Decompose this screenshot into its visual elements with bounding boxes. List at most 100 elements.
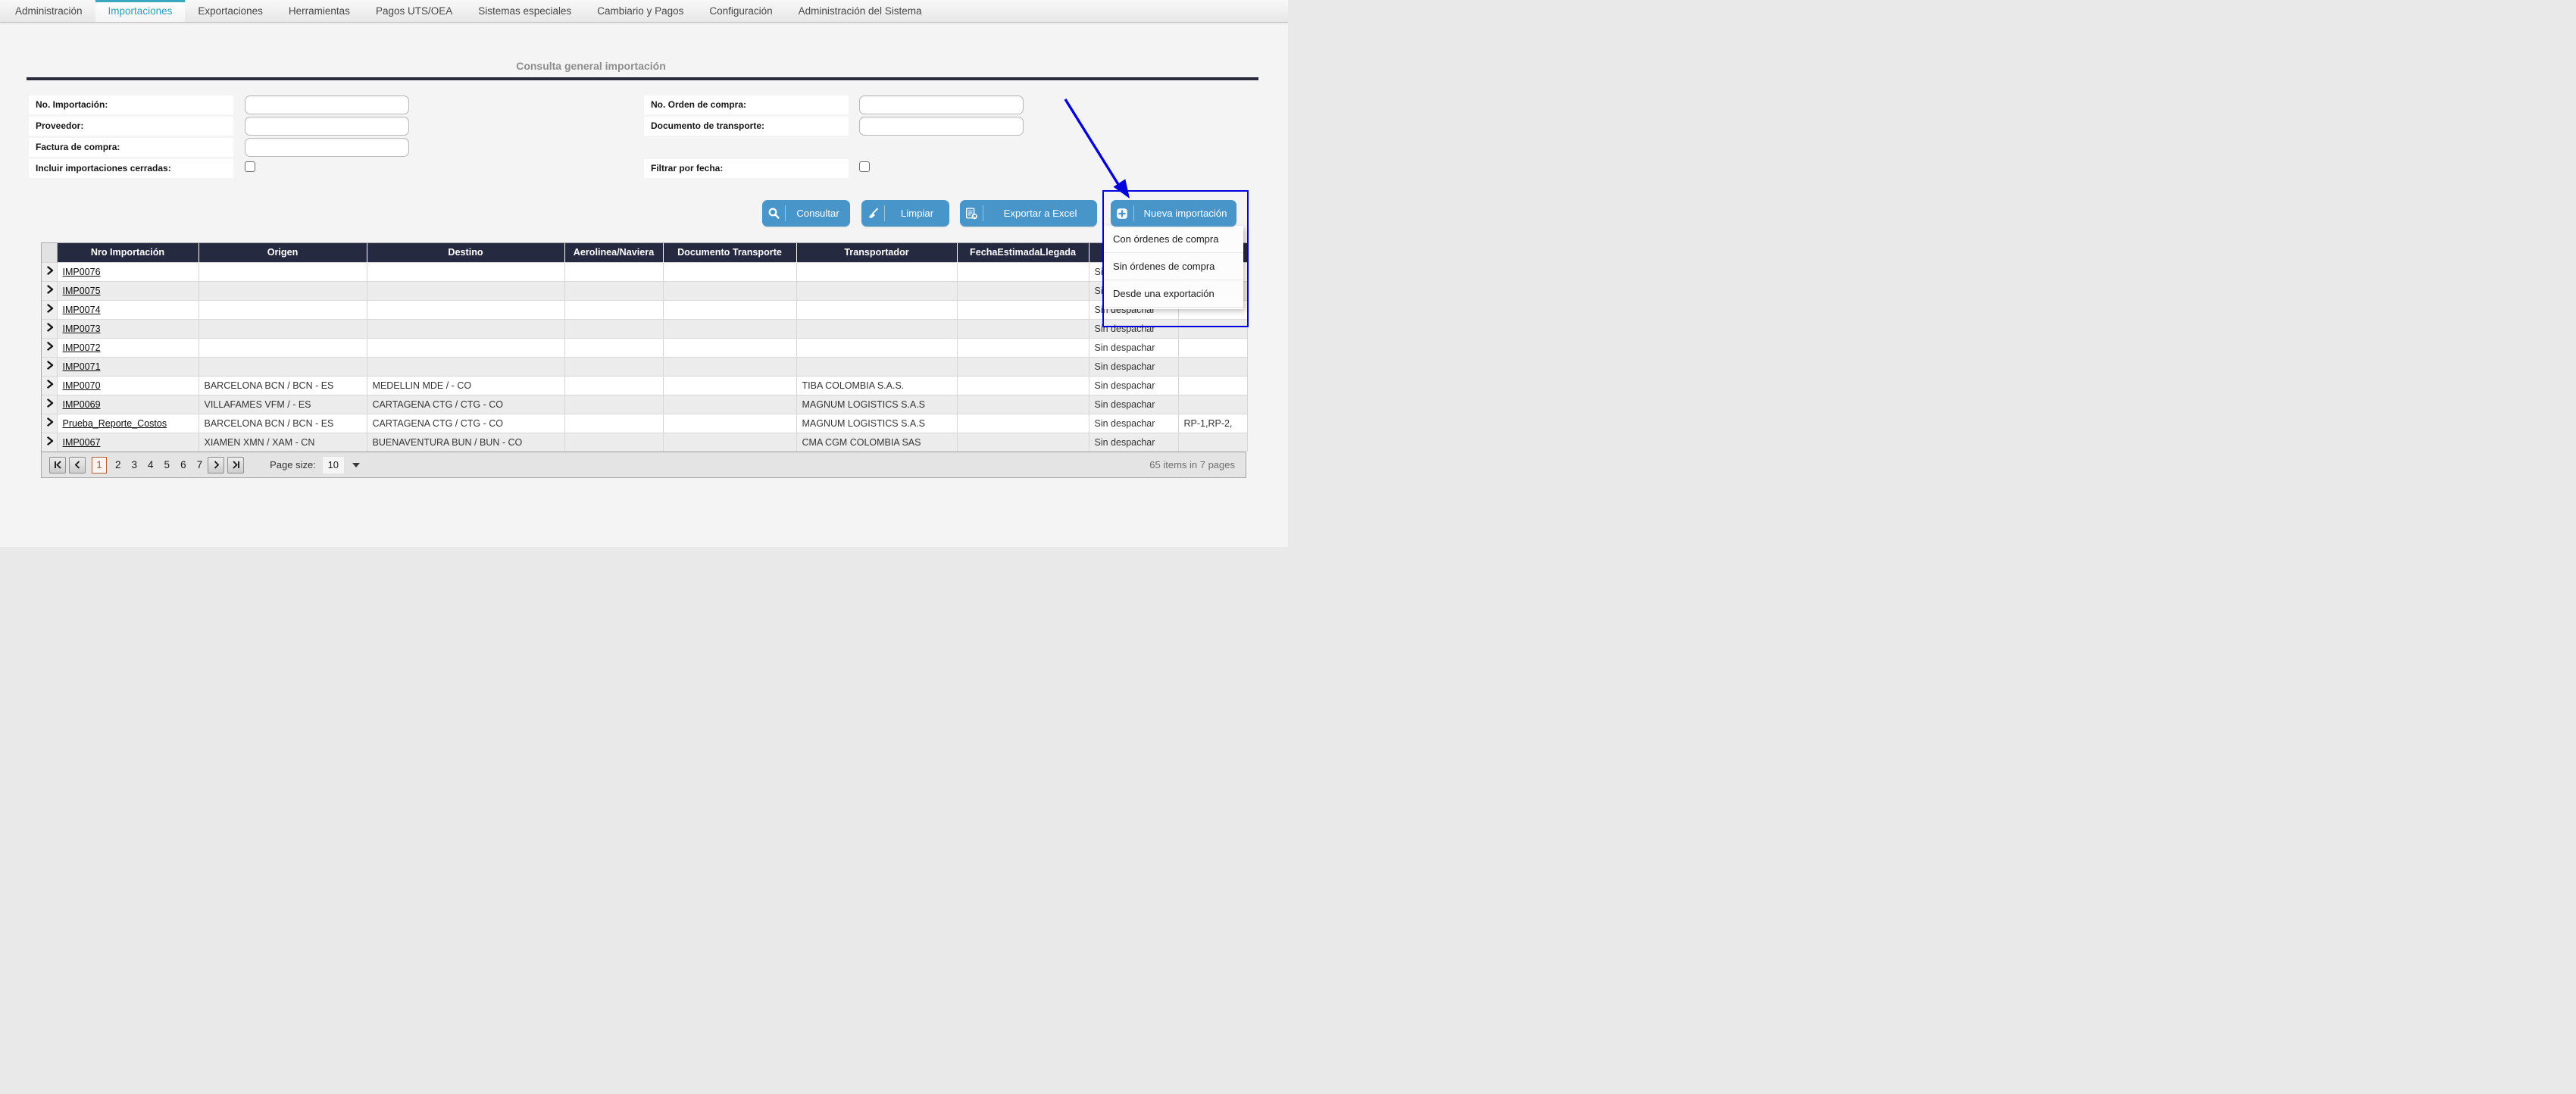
pager-page-1-current[interactable]: 1 (92, 457, 107, 474)
top-nav: AdministraciónImportacionesExportaciones… (0, 0, 1288, 23)
cell-transportador: CMA CGM COLOMBIA SAS (796, 433, 957, 452)
pager-page-7[interactable]: 7 (192, 459, 208, 470)
cell-origen: BARCELONA BCN / BCN - ES (199, 376, 367, 395)
row-expander[interactable] (42, 338, 57, 357)
tab-administracion-del-sistema[interactable]: Administración del Sistema (786, 0, 935, 22)
factura-de-compra-input[interactable] (245, 138, 409, 157)
row-expander[interactable] (42, 357, 57, 376)
cell-origen (199, 319, 367, 338)
import-link-imp0076[interactable]: IMP0076 (63, 267, 101, 277)
new-import-menu: Con órdenes de compraSin órdenes de comp… (1104, 226, 1243, 309)
cell-extra (1178, 376, 1247, 395)
documento-de-transporte-input[interactable] (859, 117, 1024, 136)
cell-estado: Sin despachar (1089, 376, 1178, 395)
row-expander[interactable] (42, 262, 57, 281)
no-importacion-input[interactable] (245, 95, 409, 114)
pager-prev-button[interactable] (69, 457, 86, 474)
pager-first-button[interactable] (49, 457, 66, 474)
tab-pagos-uts-oea[interactable]: Pagos UTS/OEA (363, 0, 465, 22)
cell-documento (663, 300, 796, 319)
cell-origen (199, 338, 367, 357)
pager-page-3[interactable]: 3 (127, 459, 143, 470)
tab-administracion[interactable]: Administración (2, 0, 95, 22)
cell-nro-importacion: IMP0067 (57, 433, 199, 452)
row-expander[interactable] (42, 300, 57, 319)
cell-transportador: MAGNUM LOGISTICS S.A.S (796, 395, 957, 414)
excel-export-icon (960, 207, 983, 220)
chevron-right-icon (47, 399, 54, 408)
menu-item-con-ordenes-de-compra[interactable]: Con órdenes de compra (1104, 226, 1243, 253)
cell-origen (199, 281, 367, 300)
pager-page-4[interactable]: 4 (142, 459, 159, 470)
import-link-imp0069[interactable]: IMP0069 (63, 399, 101, 410)
tab-exportaciones[interactable]: Exportaciones (185, 0, 276, 22)
row-expander[interactable] (42, 414, 57, 433)
pager-controls: 1234567 (49, 457, 247, 474)
row-expander[interactable] (42, 433, 57, 452)
pager-page-5[interactable]: 5 (159, 459, 176, 470)
import-link-imp0075[interactable]: IMP0075 (63, 286, 101, 296)
incluir-importaciones-cerradas-checkbox[interactable] (245, 161, 255, 172)
import-link-imp0070[interactable]: IMP0070 (63, 380, 101, 391)
pager-last-button[interactable] (227, 457, 244, 474)
import-link-imp0071[interactable]: IMP0071 (63, 361, 101, 372)
broom-icon (861, 207, 884, 220)
cell-estado: Sin despachar (1089, 319, 1178, 338)
import-link-imp0073[interactable]: IMP0073 (63, 324, 101, 334)
import-link-prueba-reporte-costos[interactable]: Prueba_Reporte_Costos (63, 418, 167, 429)
cell-documento (663, 357, 796, 376)
pager-page-2[interactable]: 2 (110, 459, 127, 470)
column-header-transportador: Transportador (796, 243, 957, 262)
table-row: IMP0075Sin despachar (42, 281, 1247, 300)
import-link-imp0074[interactable]: IMP0074 (63, 305, 101, 315)
cell-origen: VILLAFAMES VFM / - ES (199, 395, 367, 414)
tab-configuracion[interactable]: Configuración (696, 0, 785, 22)
tab-cambiario-y-pagos[interactable]: Cambiario y Pagos (584, 0, 696, 22)
row-expander[interactable] (42, 376, 57, 395)
cell-aerolinea (564, 376, 663, 395)
exportar-label: Exportar a Excel (983, 208, 1097, 219)
table-row: IMP0071Sin despachar (42, 357, 1247, 376)
import-link-imp0067[interactable]: IMP0067 (63, 437, 101, 448)
import-link-imp0072[interactable]: IMP0072 (63, 342, 101, 353)
no-orden-de-compra-input[interactable] (859, 95, 1024, 114)
page-size-caret-icon[interactable] (352, 463, 360, 467)
tab-importaciones[interactable]: Importaciones (95, 0, 186, 22)
consultar-button[interactable]: Consultar (762, 200, 850, 227)
cell-transportador (796, 319, 957, 338)
limpiar-button[interactable]: Limpiar (861, 200, 949, 227)
filter-row: No. Importación: (29, 95, 409, 114)
column-header-fechaestimadallegada: FechaEstimadaLlegada (957, 243, 1089, 262)
tab-sistemas-especiales[interactable]: Sistemas especiales (465, 0, 584, 22)
filter-label-documento-de-transporte: Documento de transporte: (644, 117, 849, 136)
filters-right: No. Orden de compra:Documento de transpo… (644, 95, 1024, 180)
row-expander[interactable] (42, 319, 57, 338)
cell-transportador (796, 300, 957, 319)
cell-origen (199, 357, 367, 376)
chevron-right-icon (47, 323, 54, 332)
imports-table: Nro ImportaciónOrigenDestinoAerolinea/Na… (41, 242, 1246, 478)
pager-next-button[interactable] (208, 457, 224, 474)
proveedor-input[interactable] (245, 117, 409, 136)
cell-fecha (957, 376, 1089, 395)
table-row: IMP0069VILLAFAMES VFM / - ESCARTAGENA CT… (42, 395, 1247, 414)
cell-aerolinea (564, 319, 663, 338)
cell-nro-importacion: Prueba_Reporte_Costos (57, 414, 199, 433)
exportar-excel-button[interactable]: Exportar a Excel (960, 200, 1097, 227)
table-row: IMP0067XIAMEN XMN / XAM - CNBUENAVENTURA… (42, 433, 1247, 452)
page-size-select[interactable]: 10 (323, 457, 344, 474)
filtrar-por-fecha-checkbox[interactable] (859, 161, 870, 172)
cell-nro-importacion: IMP0073 (57, 319, 199, 338)
menu-item-sin-ordenes-de-compra[interactable]: Sin órdenes de compra (1104, 253, 1243, 280)
nueva-importacion-button[interactable]: Nueva importación (1111, 200, 1236, 227)
tab-herramientas[interactable]: Herramientas (276, 0, 363, 22)
cell-destino: BUENAVENTURA BUN / BUN - CO (367, 433, 564, 452)
cell-extra (1178, 319, 1247, 338)
row-expander[interactable] (42, 395, 57, 414)
pager-page-6[interactable]: 6 (175, 459, 192, 470)
column-header-documento-transporte: Documento Transporte (663, 243, 796, 262)
chevron-right-icon (47, 285, 54, 294)
cell-aerolinea (564, 433, 663, 452)
row-expander[interactable] (42, 281, 57, 300)
menu-item-desde-una-exportacion[interactable]: Desde una exportación (1104, 280, 1243, 308)
